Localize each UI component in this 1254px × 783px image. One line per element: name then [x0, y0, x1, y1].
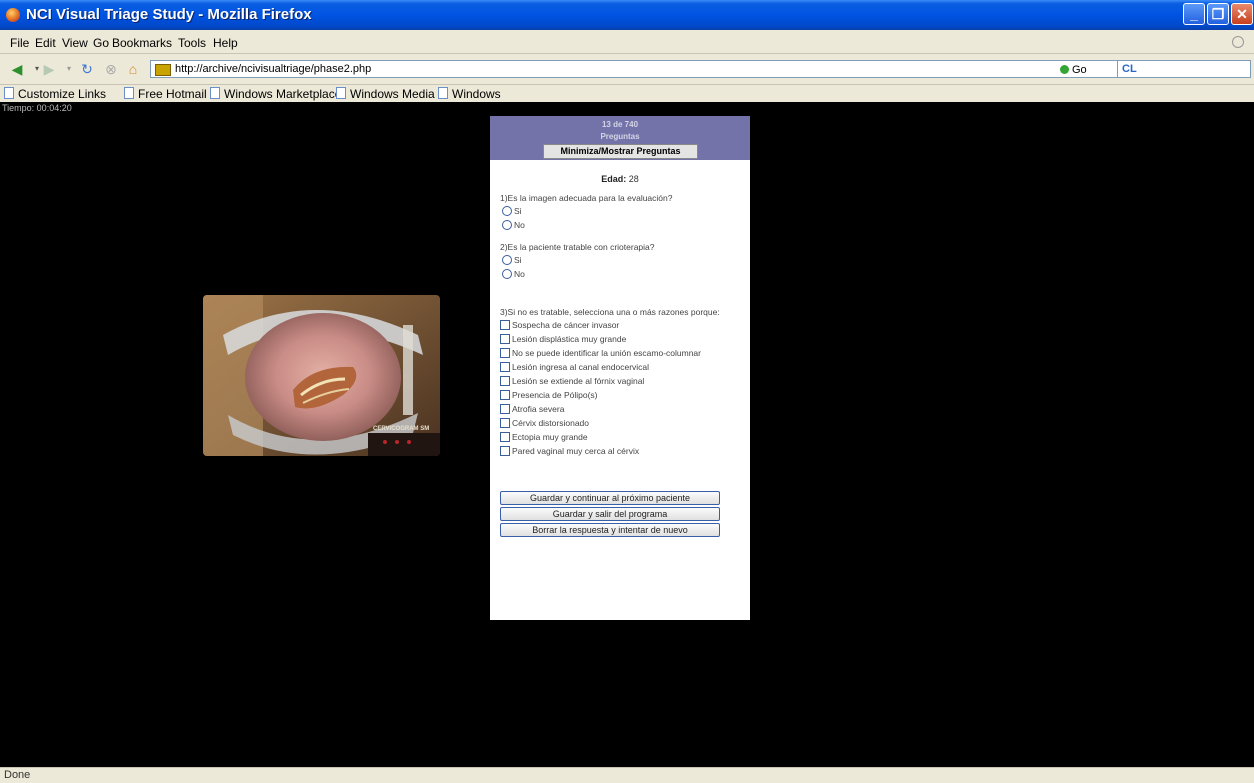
- image-stamp-text: CERVICOGRAM SM: [373, 426, 429, 432]
- stop-icon[interactable]: ⊗: [102, 60, 120, 78]
- forward-dropdown-icon[interactable]: ▾: [60, 60, 78, 78]
- checkbox-icon: [500, 390, 510, 400]
- go-arrow-icon: [1060, 65, 1069, 74]
- page-icon: [438, 87, 448, 99]
- forward-arrow-icon[interactable]: ▶: [40, 60, 58, 78]
- firefox-icon: [6, 8, 20, 22]
- menu-tools[interactable]: Tools: [178, 36, 206, 50]
- question-1: 1)Es la imagen adecuada para la evaluaci…: [500, 193, 673, 203]
- reason-checkbox[interactable]: Sospecha de cáncer invasor: [500, 320, 619, 330]
- page-icon: [124, 87, 134, 99]
- q1-option-no[interactable]: No: [502, 220, 525, 230]
- page-icon: [336, 87, 346, 99]
- section-title: Preguntas: [600, 132, 640, 141]
- bookmarks-toolbar: Customize Links Free Hotmail Windows Mar…: [0, 85, 1254, 101]
- reload-icon[interactable]: ↻: [78, 60, 96, 78]
- menu-help[interactable]: Help: [213, 36, 238, 50]
- window-titlebar[interactable]: NCI Visual Triage Study - Mozilla Firefo…: [0, 0, 1254, 30]
- checkbox-icon: [500, 376, 510, 386]
- checkbox-icon: [500, 432, 510, 442]
- checkbox-icon: [500, 348, 510, 358]
- back-arrow-icon[interactable]: ◀: [8, 60, 26, 78]
- window-title: NCI Visual Triage Study - Mozilla Firefo…: [26, 6, 312, 23]
- clear-answer-button[interactable]: Borrar la respuesta y intentar de nuevo: [500, 523, 720, 537]
- reason-checkbox[interactable]: No se puede identificar la unión escamo-…: [500, 348, 701, 358]
- reason-checkbox[interactable]: Pared vaginal muy cerca al cérvix: [500, 446, 639, 456]
- radio-icon: [502, 255, 512, 265]
- save-exit-button[interactable]: Guardar y salir del programa: [500, 507, 720, 521]
- minimize-button[interactable]: _: [1183, 3, 1205, 25]
- menu-go[interactable]: Go: [93, 36, 109, 50]
- radio-icon: [502, 269, 512, 279]
- close-button[interactable]: ✕: [1231, 3, 1253, 25]
- q2-option-si[interactable]: Si: [502, 255, 522, 265]
- case-counter: 13 de 740: [601, 120, 639, 129]
- reason-checkbox[interactable]: Ectopia muy grande: [500, 432, 588, 442]
- checkbox-icon: [500, 334, 510, 344]
- menu-view[interactable]: View: [62, 36, 88, 50]
- save-continue-button[interactable]: Guardar y continuar al próximo paciente: [500, 491, 720, 505]
- menu-edit[interactable]: Edit: [35, 36, 56, 50]
- reason-checkbox[interactable]: Cérvix distorsionado: [500, 418, 589, 428]
- panel-header: 13 de 740 Preguntas Minimiza/Mostrar Pre…: [490, 116, 750, 160]
- radio-icon: [502, 206, 512, 216]
- cervix-photo-illustration: CERVICOGRAM SM: [203, 295, 440, 456]
- menu-file[interactable]: File: [10, 36, 29, 50]
- question-2: 2)Es la paciente tratable con crioterapi…: [500, 242, 655, 252]
- reason-checkbox[interactable]: Atrofia severa: [500, 404, 564, 414]
- bookmark-free-hotmail[interactable]: Free Hotmail: [124, 87, 207, 101]
- reason-checkbox[interactable]: Lesión se extiende al fórnix vaginal: [500, 376, 644, 386]
- bookmark-windows-marketplace[interactable]: Windows Marketplace: [210, 87, 341, 101]
- go-label: Go: [1072, 64, 1087, 76]
- patient-age: Edad: 28: [490, 174, 750, 184]
- cervix-image: CERVICOGRAM SM: [203, 295, 440, 456]
- reason-checkbox[interactable]: Lesión ingresa al canal endocervical: [500, 362, 649, 372]
- home-icon[interactable]: ⌂: [124, 60, 142, 78]
- search-input[interactable]: CL: [1117, 60, 1251, 78]
- checkbox-icon: [500, 418, 510, 428]
- address-bar[interactable]: http://archive/ncivisualtriage/phase2.ph…: [150, 60, 1211, 78]
- q1-option-si[interactable]: Si: [502, 206, 522, 216]
- checkbox-icon: [500, 404, 510, 414]
- activity-throbber-icon: [1232, 36, 1244, 48]
- status-bar: Done: [0, 767, 1254, 783]
- age-value: 28: [628, 174, 639, 184]
- page-icon: [210, 87, 220, 99]
- checkbox-icon: [500, 446, 510, 456]
- age-label: Edad:: [601, 174, 627, 184]
- checkbox-icon: [500, 320, 510, 330]
- go-button[interactable]: Go: [1060, 64, 1087, 76]
- menu-bar: File Edit View Go Bookmarks Tools Help: [0, 31, 1254, 54]
- bookmark-windows-media[interactable]: Windows Media: [336, 87, 435, 101]
- menu-bookmarks[interactable]: Bookmarks: [112, 36, 172, 50]
- elapsed-timer: Tiempo: 00:04:20: [2, 103, 72, 113]
- radio-icon: [502, 220, 512, 230]
- checkbox-icon: [500, 362, 510, 372]
- page-content: Tiempo: 00:04:20 CERVICOGRAM SM 13 de 74…: [0, 102, 1254, 767]
- reason-checkbox[interactable]: Presencia de Pólipo(s): [500, 390, 598, 400]
- toggle-questions-button[interactable]: Minimiza/Mostrar Preguntas: [543, 144, 698, 159]
- q2-option-no[interactable]: No: [502, 269, 525, 279]
- maximize-button[interactable]: ❐: [1207, 3, 1229, 25]
- page-icon: [4, 87, 14, 99]
- navigation-toolbar: ◀ ▾ ▶ ▾ ↻ ⊗ ⌂ http://archive/ncivisualtr…: [0, 54, 1254, 85]
- reason-checkbox[interactable]: Lesión displástica muy grande: [500, 334, 626, 344]
- bookmark-windows[interactable]: Windows: [438, 87, 501, 101]
- status-text: Done: [4, 769, 31, 781]
- bookmark-customize-links[interactable]: Customize Links: [4, 87, 106, 101]
- questions-panel: 13 de 740 Preguntas Minimiza/Mostrar Pre…: [490, 116, 750, 620]
- question-3: 3)Si no es tratable, selecciona una o má…: [500, 307, 720, 317]
- site-favicon-icon: [155, 64, 171, 76]
- address-url[interactable]: http://archive/ncivisualtriage/phase2.ph…: [175, 63, 371, 75]
